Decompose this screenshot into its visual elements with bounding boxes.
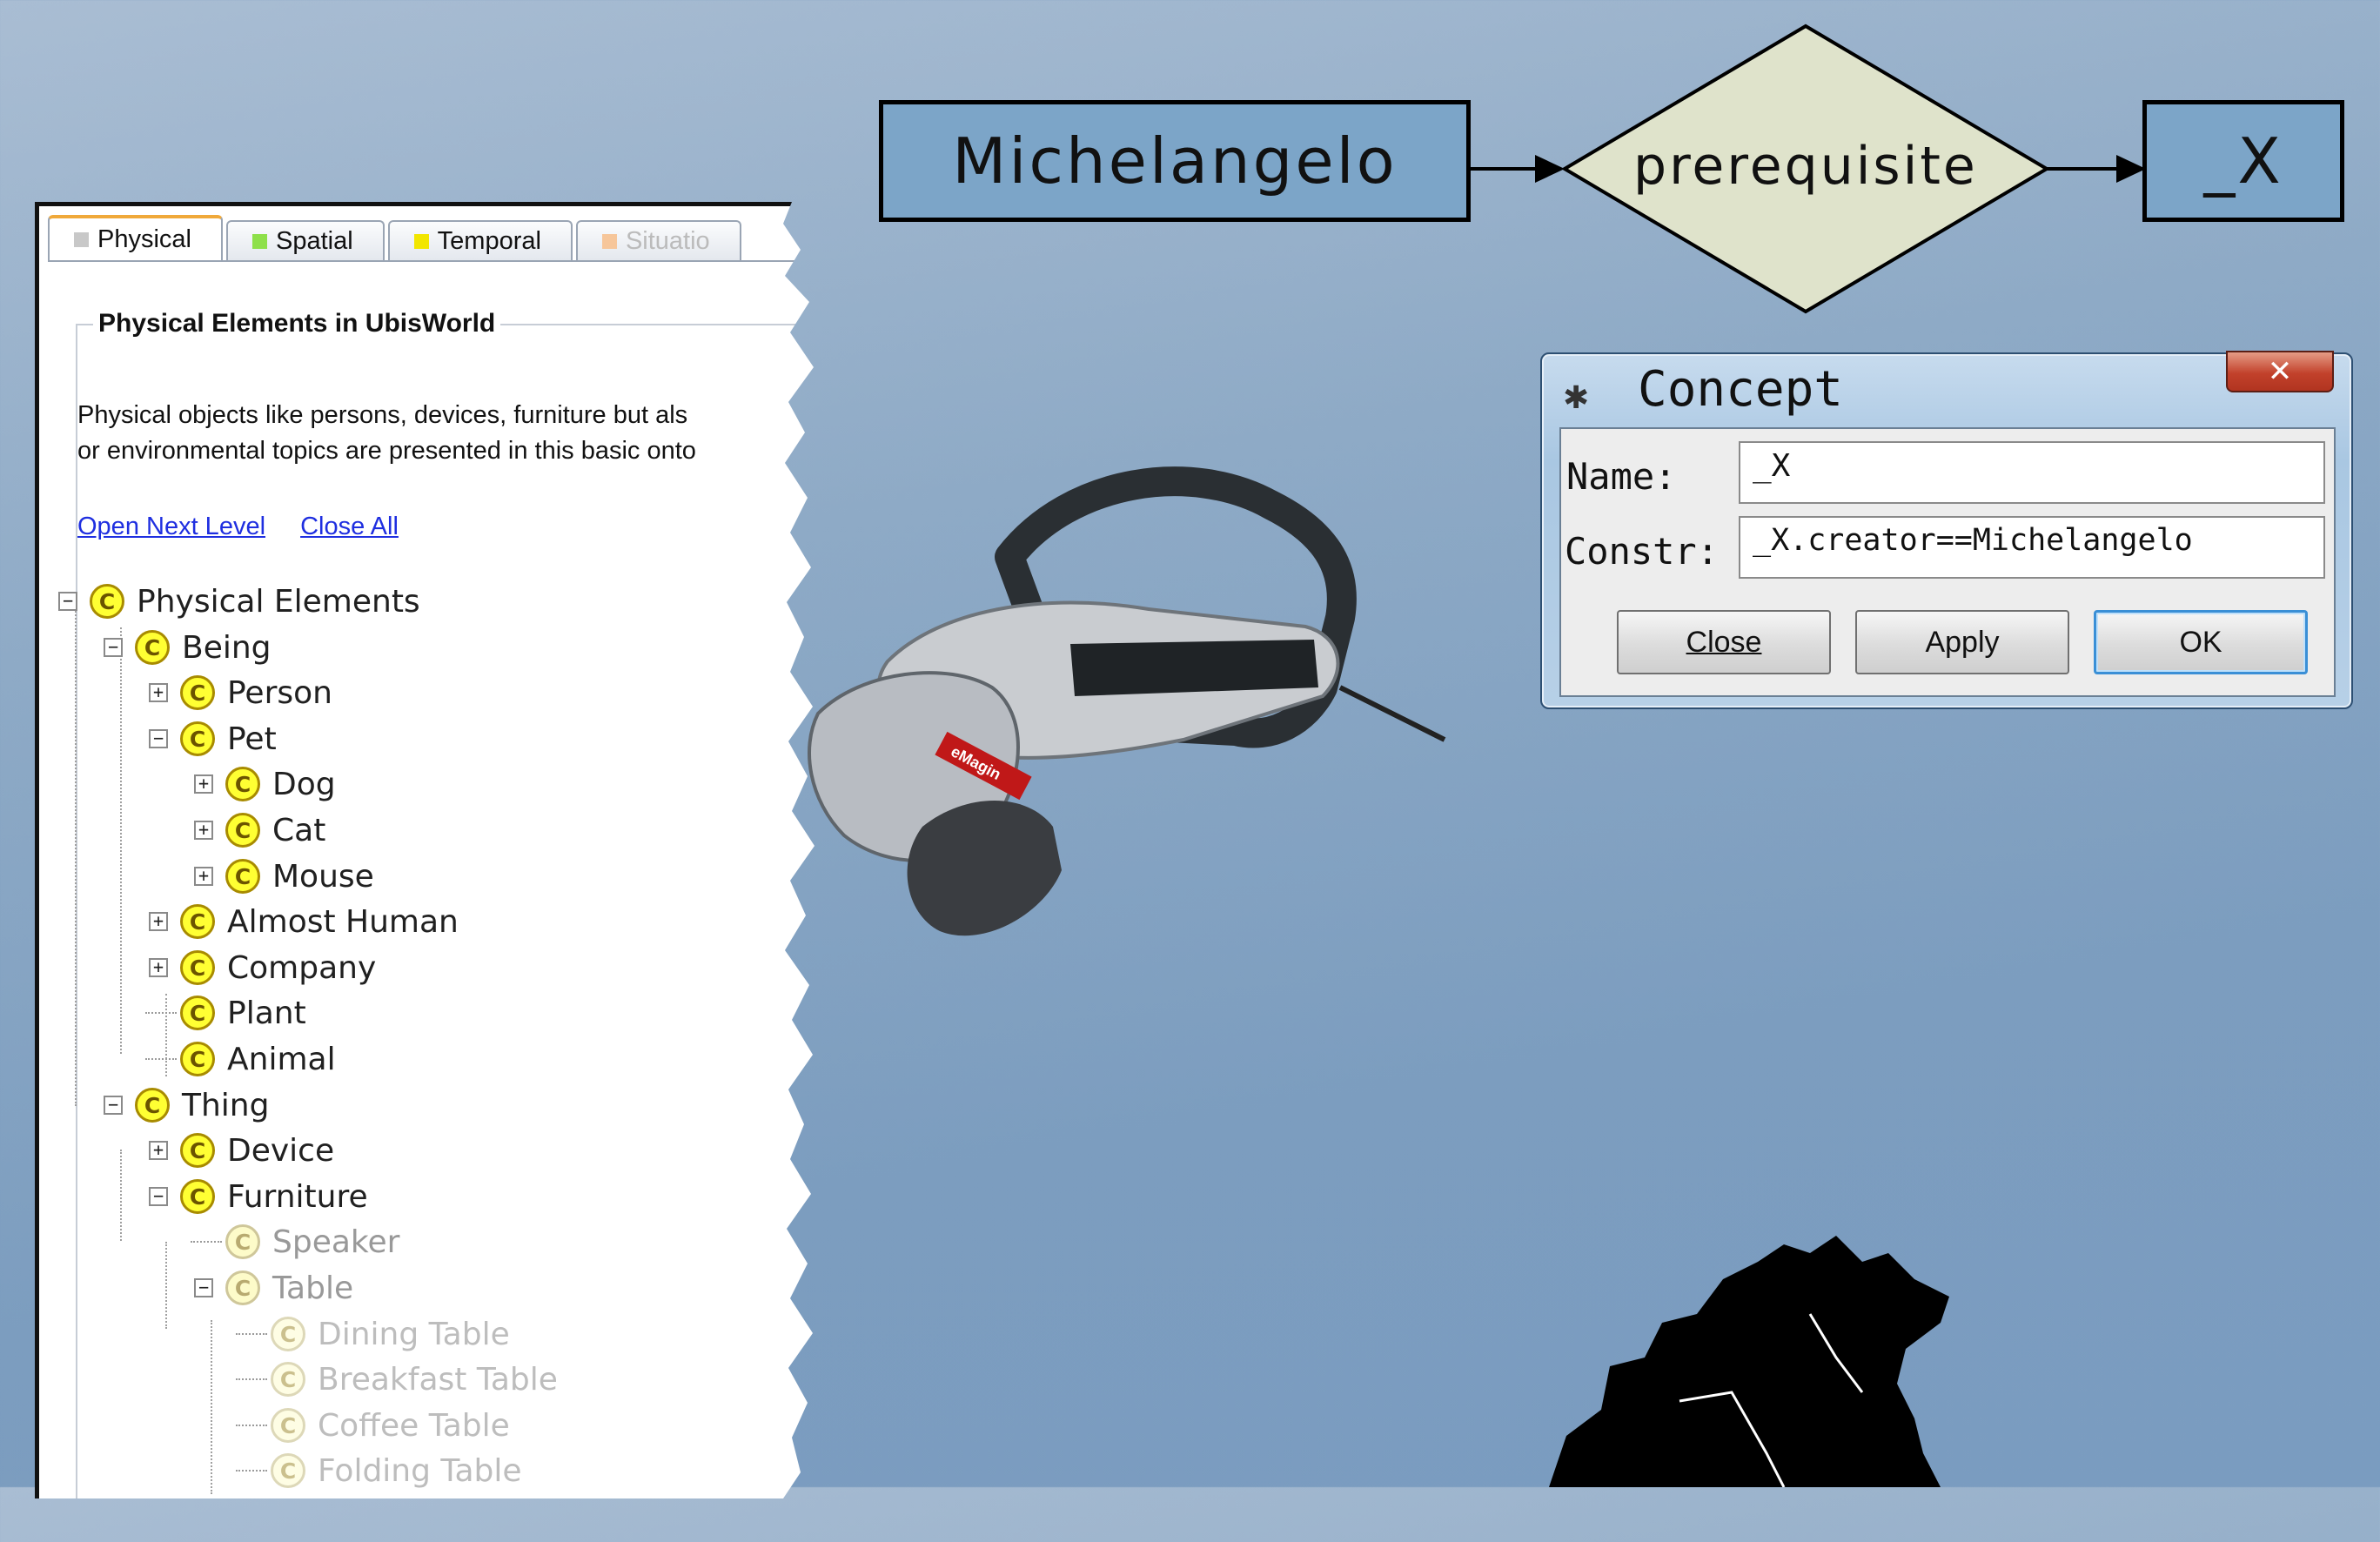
close-button-label: Close [1686, 625, 1762, 659]
apply-button-label: Apply [1925, 625, 2000, 659]
constraint-field[interactable]: _X.creator==Michelangelo [1739, 516, 2325, 579]
concept-dialog: ✱ Concept ✕ Name: _X Constr: _X.creator=… [1540, 351, 2353, 709]
relation-label: prerequisite [1633, 136, 1978, 197]
dialog-title: Concept [1638, 361, 1844, 418]
concept-node-target[interactable]: _X [2142, 100, 2344, 222]
ok-button[interactable]: OK [2094, 610, 2308, 674]
name-field[interactable]: _X [1739, 441, 2325, 504]
ok-button-label: OK [2179, 625, 2222, 659]
map-silhouette [1549, 1236, 1949, 1487]
concept-node-source[interactable]: Michelangelo [879, 100, 1471, 222]
arrowhead-icon [2116, 155, 2146, 183]
name-label: Name: [1566, 455, 1677, 498]
close-window-button[interactable]: ✕ [2226, 351, 2334, 392]
dialog-body: Name: _X Constr: _X.creator==Michelangel… [1559, 427, 2336, 697]
apply-button[interactable]: Apply [1855, 610, 2069, 674]
app-icon: ✱ [1563, 380, 1590, 416]
constraint-label: Constr: [1565, 530, 1720, 573]
headset-image: eMagin [808, 466, 1446, 936]
arrowhead-icon [1535, 155, 1565, 183]
close-button[interactable]: Close [1617, 610, 1831, 674]
